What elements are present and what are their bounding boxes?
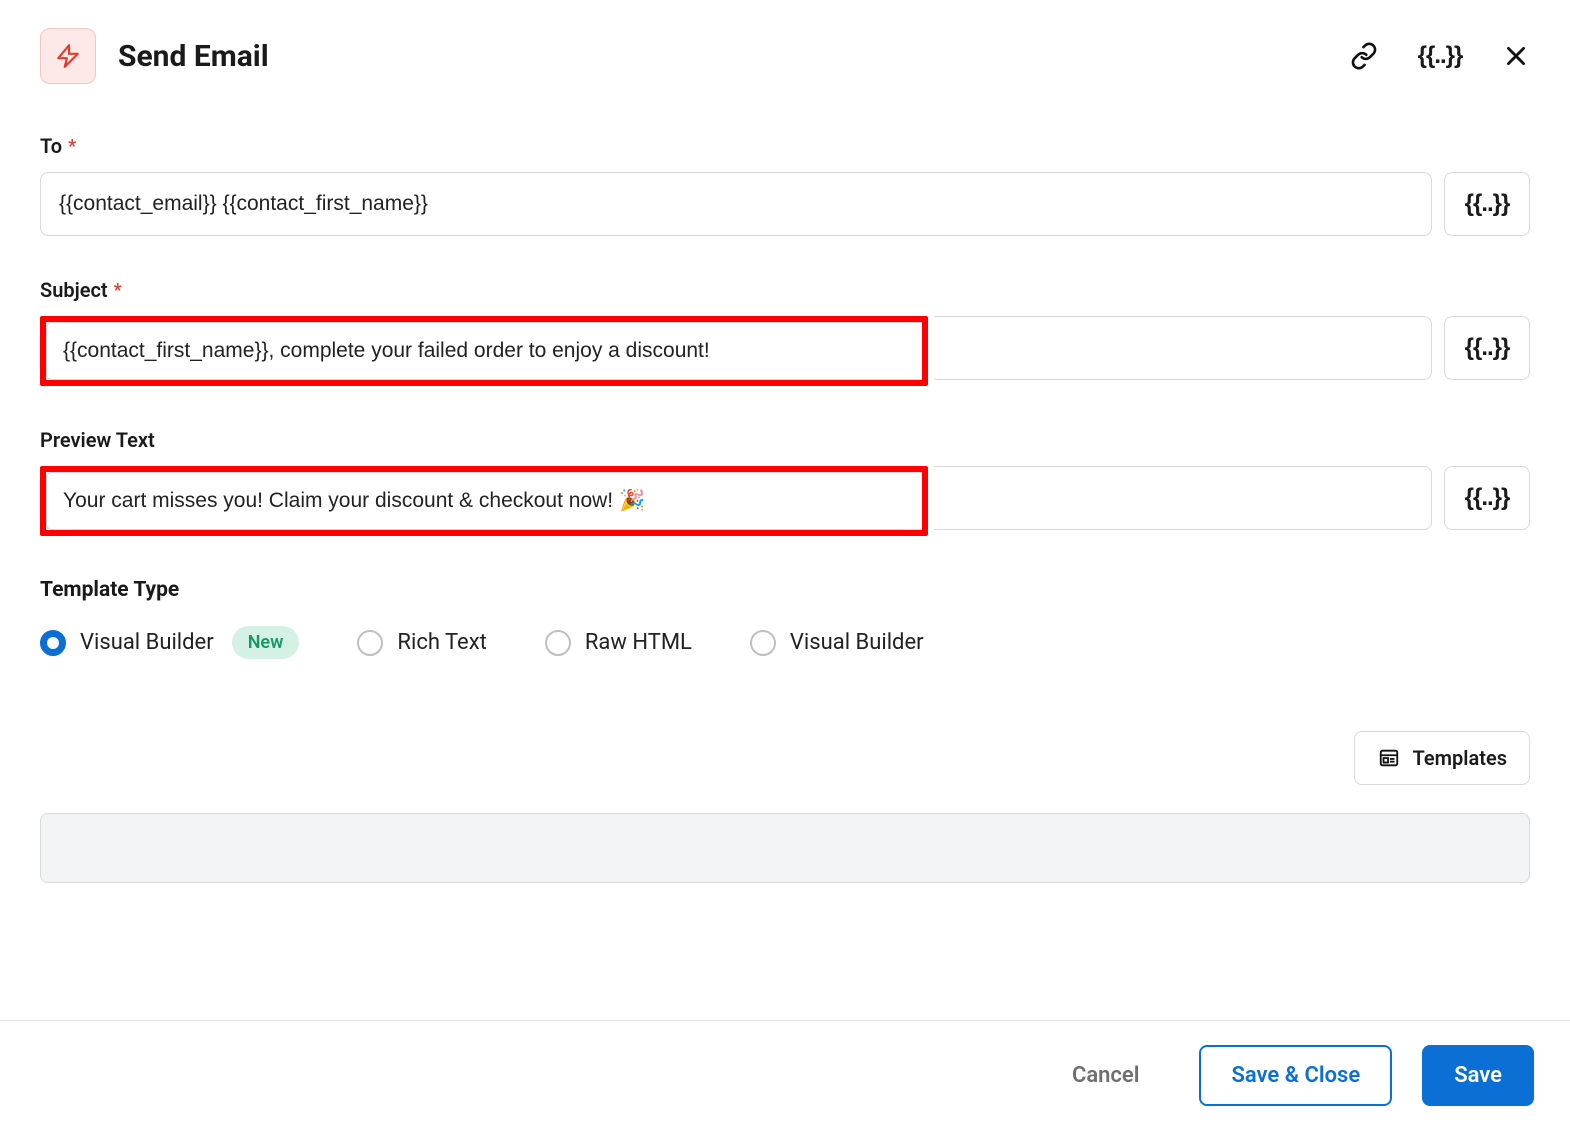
dialog-title: Send Email <box>118 39 1350 74</box>
preview-input-extension[interactable] <box>934 466 1432 530</box>
radio-indicator <box>750 630 776 656</box>
braces-icon: {{..}} <box>1418 42 1463 70</box>
field-to: To * {{..}} <box>40 134 1530 236</box>
subject-highlight <box>40 316 928 386</box>
radio-label: Rich Text <box>397 630 486 655</box>
save-close-button[interactable]: Save & Close <box>1199 1045 1392 1106</box>
radio-indicator <box>40 630 66 656</box>
variables-button[interactable]: {{..}} <box>1426 42 1454 70</box>
to-input[interactable] <box>40 172 1432 236</box>
field-preview: Preview Text {{..}} <box>40 428 1530 536</box>
braces-icon: {{..}} <box>1465 190 1510 218</box>
subject-label: Subject * <box>40 278 1530 302</box>
save-button[interactable]: Save <box>1422 1045 1534 1106</box>
to-label: To * <box>40 134 1530 158</box>
radio-label: Visual Builder <box>80 630 214 655</box>
template-type-section: Template Type Visual Builder New Rich Te… <box>40 578 1530 659</box>
braces-icon: {{..}} <box>1465 484 1510 512</box>
subject-label-text: Subject <box>40 278 108 302</box>
radio-indicator <box>545 630 571 656</box>
bolt-icon <box>55 41 81 71</box>
required-star: * <box>68 136 76 157</box>
cancel-button[interactable]: Cancel <box>1042 1047 1170 1104</box>
preview-label: Preview Text <box>40 428 1530 452</box>
email-canvas[interactable] <box>40 813 1530 883</box>
preview-input[interactable] <box>46 472 922 530</box>
template-type-options: Visual Builder New Rich Text Raw HTML Vi… <box>40 626 1530 659</box>
templates-icon <box>1377 747 1401 769</box>
preview-label-text: Preview Text <box>40 428 155 452</box>
templates-button[interactable]: Templates <box>1354 731 1530 785</box>
dialog-header: Send Email {{..}} <box>40 28 1530 84</box>
preview-highlight <box>40 466 928 536</box>
required-star: * <box>114 280 122 301</box>
templates-label: Templates <box>1413 746 1507 770</box>
radio-raw-html[interactable]: Raw HTML <box>545 630 692 656</box>
action-icon-badge <box>40 28 96 84</box>
radio-rich-text[interactable]: Rich Text <box>357 630 486 656</box>
braces-icon: {{..}} <box>1465 334 1510 362</box>
to-label-text: To <box>40 134 62 158</box>
link-icon <box>1350 41 1378 71</box>
subject-token-button[interactable]: {{..}} <box>1444 316 1530 380</box>
dialog-footer: Cancel Save & Close Save <box>0 1020 1570 1130</box>
radio-label: Visual Builder <box>790 630 924 655</box>
radio-indicator <box>357 630 383 656</box>
link-button[interactable] <box>1350 42 1378 70</box>
close-button[interactable] <box>1502 42 1530 70</box>
subject-input[interactable] <box>46 322 922 380</box>
close-icon <box>1503 43 1529 69</box>
templates-row: Templates <box>40 731 1530 785</box>
field-subject: Subject * {{..}} <box>40 278 1530 386</box>
radio-visual-builder-new[interactable]: Visual Builder New <box>40 626 299 659</box>
subject-input-extension[interactable] <box>934 316 1432 380</box>
radio-label: Raw HTML <box>585 630 692 655</box>
radio-visual-builder-legacy[interactable]: Visual Builder <box>750 630 924 656</box>
preview-token-button[interactable]: {{..}} <box>1444 466 1530 530</box>
new-badge: New <box>232 626 300 659</box>
template-type-label: Template Type <box>40 578 1530 602</box>
to-token-button[interactable]: {{..}} <box>1444 172 1530 236</box>
